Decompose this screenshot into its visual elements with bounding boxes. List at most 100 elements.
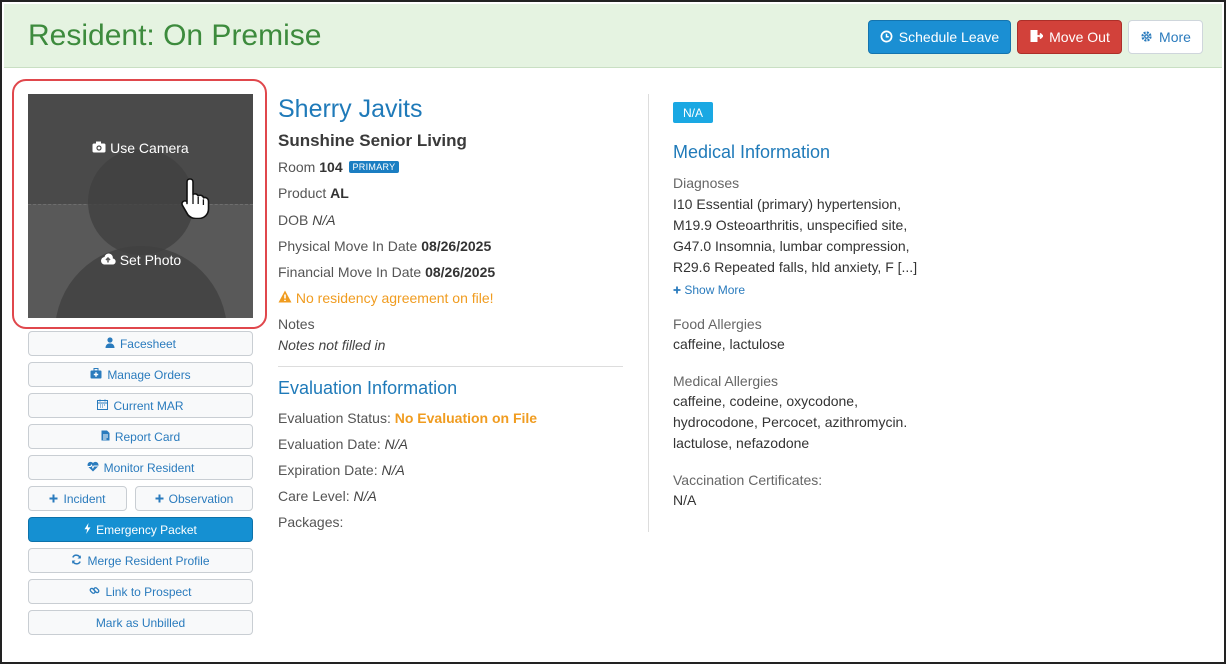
diagnoses-list: I10 Essential (primary) hypertension, M1…: [673, 194, 933, 278]
user-icon: [105, 337, 115, 350]
more-label: More: [1159, 29, 1191, 45]
dob-row: DOB N/A: [278, 212, 336, 228]
page-title: Resident: On Premise: [28, 19, 322, 52]
product-row: Product AL: [278, 185, 349, 201]
emergency-packet-button[interactable]: Emergency Packet: [28, 517, 253, 542]
room-number: 104: [319, 159, 343, 175]
resident-name[interactable]: Sherry Javits: [278, 95, 422, 124]
dob-label: DOB: [278, 212, 309, 228]
medkit-icon: [90, 368, 102, 381]
residency-warning[interactable]: No residency agreement on file!: [278, 290, 494, 306]
current-mar-label: Current MAR: [113, 398, 184, 413]
link-icon: [89, 585, 100, 598]
primary-badge: PRIMARY: [348, 161, 400, 173]
use-camera-button[interactable]: Use Camera: [28, 140, 253, 156]
incident-button[interactable]: Incident: [28, 486, 127, 511]
physical-move-in-row: Physical Move In Date 08/26/2025: [278, 238, 491, 254]
manage-orders-button[interactable]: Manage Orders: [28, 362, 253, 387]
physical-move-in-label: Physical Move In Date: [278, 238, 418, 254]
manage-orders-label: Manage Orders: [107, 367, 191, 382]
care-level-label: Care Level:: [278, 488, 350, 504]
monitor-resident-label: Monitor Resident: [103, 460, 195, 475]
schedule-leave-button[interactable]: Schedule Leave: [868, 20, 1011, 54]
diagnosis-line: R29.6 Repeated falls, hld anxiety, F [..…: [673, 259, 918, 275]
vaccination-value: N/A: [673, 492, 697, 508]
merge-resident-profile-button[interactable]: Merge Resident Profile: [28, 548, 253, 573]
financial-move-in-date: 08/26/2025: [425, 264, 496, 280]
mark-as-unbilled-button[interactable]: Mark as Unbilled: [28, 610, 253, 635]
evaluation-status-value: No Evaluation on File: [394, 410, 538, 426]
refresh-icon: [71, 554, 82, 567]
clock-icon: [880, 30, 893, 45]
warning-icon: [278, 290, 292, 305]
file-text-icon: [101, 430, 110, 443]
medical-allergies-list: caffeine, codeine, oxycodone, hydrocodon…: [673, 391, 933, 454]
move-out-label: Move Out: [1049, 29, 1110, 45]
camera-icon: [92, 141, 106, 155]
care-level-value: N/A: [353, 488, 377, 504]
link-to-prospect-button[interactable]: Link to Prospect: [28, 579, 253, 604]
mark-as-unbilled-label: Mark as Unbilled: [95, 615, 186, 630]
incident-label: Incident: [63, 491, 106, 506]
app-frame: Resident: On Premise Schedule Leave Move…: [0, 0, 1226, 664]
hand-pointer-cursor-icon: [181, 178, 210, 219]
report-card-button[interactable]: Report Card: [28, 424, 253, 449]
packages-label: Packages:: [278, 514, 344, 530]
diagnosis-line: I10 Essential (primary) hypertension,: [673, 196, 901, 212]
financial-move-in-row: Financial Move In Date 08/26/2025: [278, 264, 495, 280]
evaluation-status-label: Evaluation Status:: [278, 410, 391, 426]
food-allergies-label: Food Allergies: [673, 316, 762, 332]
sign-out-icon: [1029, 29, 1044, 45]
section-divider: [278, 366, 623, 367]
set-photo-button[interactable]: Set Photo: [28, 252, 253, 268]
evaluation-date-row: Evaluation Date: N/A: [278, 436, 408, 452]
report-card-label: Report Card: [114, 429, 181, 444]
medical-allergies-label: Medical Allergies: [673, 373, 779, 389]
more-button[interactable]: More: [1128, 20, 1203, 54]
evaluation-section-title: Evaluation Information: [278, 378, 458, 398]
show-more-link[interactable]: Show More: [673, 283, 745, 297]
observation-button[interactable]: Observation: [135, 486, 253, 511]
plus-icon: [155, 492, 164, 505]
evaluation-date-value: N/A: [384, 436, 408, 452]
diagnosis-line: G47.0 Insomnia, lumbar compression,: [673, 238, 910, 254]
medical-section-title: Medical Information: [673, 142, 831, 162]
vaccination-label: Vaccination Certificates:: [673, 472, 823, 488]
facility-name: Sunshine Senior Living: [278, 131, 467, 150]
expiration-date-label: Expiration Date:: [278, 462, 378, 478]
notes-value: Notes not filled in: [278, 337, 385, 353]
physical-move-in-date: 08/26/2025: [421, 238, 492, 254]
merge-resident-profile-label: Merge Resident Profile: [87, 553, 210, 568]
expiration-date-value: N/A: [381, 462, 405, 478]
facesheet-label: Facesheet: [119, 336, 177, 351]
resident-photo: Use Camera Set Photo: [28, 94, 253, 318]
notes-label: Notes: [278, 316, 315, 332]
current-mar-button[interactable]: Current MAR: [28, 393, 253, 418]
monitor-resident-button[interactable]: Monitor Resident: [28, 455, 253, 480]
product-label: Product: [278, 185, 327, 201]
care-level-row: Care Level: N/A: [278, 488, 377, 504]
diagnosis-line: M19.9 Osteoarthritis, unspecified site,: [673, 217, 908, 233]
room-row: Room 104 PRIMARY: [278, 159, 400, 175]
link-to-prospect-label: Link to Prospect: [105, 584, 192, 599]
evaluation-status-row: Evaluation Status: No Evaluation on File: [278, 410, 537, 426]
status-badge: N/A: [673, 102, 713, 123]
notes-text: Notes not filled in: [278, 337, 386, 353]
cloud-upload-icon: [100, 253, 116, 267]
emergency-packet-label: Emergency Packet: [96, 522, 197, 537]
expiration-date-row: Expiration Date: N/A: [278, 462, 405, 478]
allergy-line: lactulose, nefazodone: [673, 435, 810, 451]
use-camera-label: Use Camera: [110, 140, 189, 156]
plus-icon: [673, 283, 681, 296]
financial-move-in-label: Financial Move In Date: [278, 264, 422, 280]
observation-label: Observation: [168, 491, 234, 506]
residency-warning-text: No residency agreement on file!: [295, 290, 494, 306]
column-divider: [648, 94, 649, 532]
gear-icon: [1140, 30, 1153, 45]
show-more-label: Show More: [684, 283, 746, 297]
page-header: Resident: On Premise Schedule Leave Move…: [4, 4, 1222, 68]
move-out-button[interactable]: Move Out: [1017, 20, 1122, 54]
food-allergies-value: caffeine, lactulose: [673, 336, 785, 352]
facesheet-button[interactable]: Facesheet: [28, 331, 253, 356]
diagnoses-label: Diagnoses: [673, 175, 740, 191]
